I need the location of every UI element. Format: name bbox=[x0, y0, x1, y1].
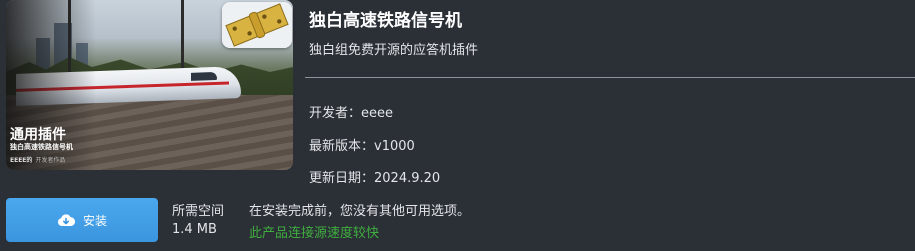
developer-label: 开发者： bbox=[309, 106, 362, 121]
version-value: v1000 bbox=[374, 139, 415, 154]
version-row: 最新版本：v1000 bbox=[309, 135, 415, 154]
version-label: 最新版本： bbox=[309, 139, 375, 154]
plugin-title: 独白高速铁路信号机 bbox=[309, 11, 462, 31]
space-label: 所需空间 bbox=[172, 204, 225, 219]
developer-row: 开发者：eeee bbox=[309, 102, 393, 121]
hinge-icon bbox=[222, 2, 292, 48]
divider bbox=[305, 77, 915, 78]
thumbnail-tag: 开发者作品 bbox=[35, 157, 66, 164]
train-window bbox=[191, 71, 217, 81]
updated-value: 2024.9.20 bbox=[374, 171, 441, 186]
thumbnail-author: EEEE的 开发者作品 bbox=[10, 155, 65, 164]
install-button[interactable]: 安装 bbox=[6, 198, 158, 242]
updated-label: 更新日期： bbox=[309, 171, 375, 186]
thumbnail-author-name: EEEE的 bbox=[10, 157, 33, 164]
plugin-subtitle: 独白组免费开源的应答机插件 bbox=[309, 43, 479, 58]
thumbnail-name: 独白高速铁路信号机 bbox=[10, 143, 73, 151]
install-notice: 在安装完成前，您没有其他可用选项。 bbox=[249, 204, 471, 219]
cloud-download-icon bbox=[57, 213, 75, 227]
install-button-label: 安装 bbox=[82, 213, 107, 228]
developer-value: eeee bbox=[361, 106, 394, 121]
space-value: 1.4 MB bbox=[172, 222, 217, 237]
plugin-icon bbox=[222, 2, 292, 48]
updated-row: 更新日期：2024.9.20 bbox=[309, 167, 440, 186]
speed-note: 此产品连接源速度较快 bbox=[249, 226, 380, 241]
thumbnail-category: 通用插件 bbox=[10, 127, 66, 143]
